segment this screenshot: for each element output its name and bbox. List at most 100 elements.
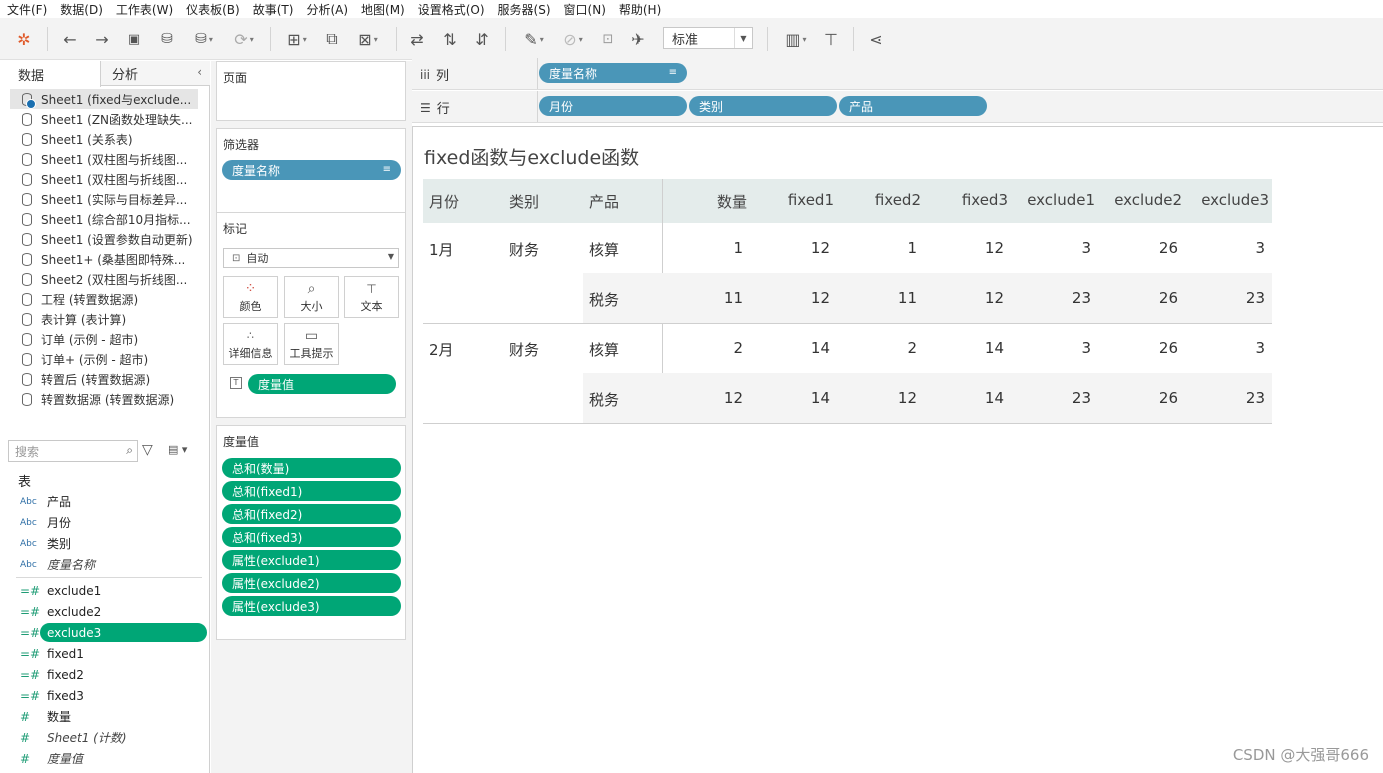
show-me-icon[interactable]: ▥ ▾ (778, 26, 814, 52)
menu-item[interactable]: 地图(M) (354, 1, 411, 18)
column-header[interactable]: 类别 (509, 191, 539, 212)
tab-analysis[interactable]: 分析 (112, 61, 172, 86)
measure-value-pill[interactable]: 总和(fixed3) (222, 527, 401, 547)
menu-item[interactable]: 数据(D) (53, 1, 109, 18)
undo-icon[interactable]: ← (58, 26, 82, 52)
collapse-pane-icon[interactable]: ‹ (197, 65, 202, 79)
view-options-icon[interactable]: ▤ ▾ (168, 443, 187, 456)
measure-field[interactable]: =# exclude2 (0, 601, 210, 622)
save-icon[interactable]: ▣ (122, 26, 146, 52)
measure-value-pill[interactable]: 属性(exclude2) (222, 573, 401, 593)
measure-field[interactable]: =# fixed3 (0, 685, 210, 706)
datasource-item[interactable]: Sheet1 (综合部10月指标... (0, 209, 210, 229)
redo-icon[interactable]: → (90, 26, 114, 52)
sort-descending-icon[interactable]: ⇵ (470, 26, 494, 52)
measure-field[interactable]: =# exclude3 (0, 622, 210, 643)
column-header[interactable]: exclude2 (1114, 191, 1182, 209)
share-icon[interactable]: ⋖ (863, 26, 889, 52)
tooltip-button[interactable]: ▭ 工具提示 (284, 323, 339, 365)
measure-field[interactable]: # 数量 (0, 706, 210, 727)
measure-value-pill[interactable]: 总和(数量) (222, 458, 401, 478)
rows-pill-product[interactable]: 产品 (839, 96, 987, 116)
datasource-item[interactable]: 表计算 (表计算) (0, 309, 210, 329)
menu-item[interactable]: 窗口(N) (557, 1, 612, 18)
columns-pill[interactable]: 度量名称 ≡ (539, 63, 687, 83)
menu-item[interactable]: 设置格式(O) (411, 1, 491, 18)
toolbar-separator (396, 27, 397, 51)
fix-axes-icon[interactable]: ✈ (626, 26, 650, 52)
menu-item[interactable]: 工作表(W) (109, 1, 179, 18)
presentation-mode-icon[interactable]: ⊤ (818, 26, 844, 52)
group-members-icon[interactable]: ⊘ ▾ (556, 26, 590, 52)
datasource-item[interactable]: Sheet2 (双柱图与折线图... (0, 269, 210, 289)
field-label: fixed1 (47, 646, 84, 661)
search-input[interactable]: 搜索 ⌕ (8, 440, 138, 462)
pause-auto-update-icon[interactable]: ⛁ ▾ (186, 26, 222, 52)
clear-sheet-icon[interactable]: ⊠ ▾ (350, 26, 386, 52)
dimension-field[interactable]: Abc 月份 (0, 512, 210, 533)
size-button[interactable]: ⌕ 大小 (284, 276, 339, 318)
rows-pill-category[interactable]: 类别 (689, 96, 837, 116)
measure-field[interactable]: # 度量值 (0, 748, 210, 769)
swap-rows-columns-icon[interactable]: ⇄ (405, 26, 429, 52)
column-header[interactable]: fixed2 (875, 191, 921, 209)
measure-field[interactable]: =# exclude1 (0, 580, 210, 601)
datasource-item[interactable]: Sheet1 (实际与目标差异... (0, 189, 210, 209)
column-header[interactable]: 月份 (429, 191, 459, 212)
datasource-item[interactable]: 转置后 (转置数据源) (0, 369, 210, 389)
rows-pill-month[interactable]: 月份 (539, 96, 687, 116)
column-header[interactable]: 产品 (589, 191, 619, 212)
pages-card[interactable]: 页面 (216, 61, 406, 121)
column-header[interactable]: 数量 (717, 191, 747, 212)
datasource-item[interactable]: 转置数据源 (转置数据源) (0, 389, 210, 409)
fit-select[interactable]: 标准 ▼ (663, 27, 753, 49)
column-header[interactable]: exclude3 (1201, 191, 1269, 209)
tableau-logo-icon[interactable]: ✲ (12, 26, 36, 52)
filter-icon[interactable]: ▽ (142, 442, 153, 458)
refresh-icon[interactable]: ⟳ ▾ (226, 26, 262, 52)
datasource-item[interactable]: 订单 (示例 - 超市) (0, 329, 210, 349)
color-button[interactable]: ⁘ 颜色 (223, 276, 278, 318)
menu-item[interactable]: 文件(F) (0, 1, 53, 18)
measure-value-pill[interactable]: 属性(exclude1) (222, 550, 401, 570)
column-header[interactable]: exclude1 (1027, 191, 1095, 209)
highlight-icon[interactable]: ✎ ▾ (517, 26, 551, 52)
column-header[interactable]: fixed1 (788, 191, 834, 209)
mark-type-select[interactable]: ⊡ 自动 ▼ (223, 248, 399, 268)
menu-item[interactable]: 分析(A) (299, 1, 354, 18)
datasource-item[interactable]: Sheet1 (双柱图与折线图... (0, 149, 210, 169)
measure-field[interactable]: =# fixed1 (0, 643, 210, 664)
dimension-field[interactable]: Abc 产品 (0, 491, 210, 512)
dimension-field[interactable]: Abc 类别 (0, 533, 210, 554)
table-cell: 3 (1081, 239, 1091, 257)
menu-item[interactable]: 服务器(S) (491, 1, 557, 18)
detail-button[interactable]: ∴ 详细信息 (223, 323, 278, 365)
new-worksheet-icon[interactable]: ⊞ ▾ (279, 26, 315, 52)
measure-value-pill[interactable]: 总和(fixed2) (222, 504, 401, 524)
datasource-item[interactable]: 工程 (转置数据源) (0, 289, 210, 309)
measure-value-pill[interactable]: 属性(exclude3) (222, 596, 401, 616)
datasource-item[interactable]: Sheet1 (关系表) (0, 129, 210, 149)
datasource-item[interactable]: Sheet1+ (桑基图即特殊... (0, 249, 210, 269)
datasource-item[interactable]: 订单+ (示例 - 超市) (0, 349, 210, 369)
menu-item[interactable]: 仪表板(B) (179, 1, 246, 18)
datasource-item[interactable]: Sheet1 (双柱图与折线图... (0, 169, 210, 189)
datasource-item[interactable]: Sheet1 (fixed与exclude... (10, 89, 198, 109)
text-pill[interactable]: 度量值 (248, 374, 396, 394)
text-button[interactable]: ⊤ 文本 (344, 276, 399, 318)
duplicate-sheet-icon[interactable]: ⧉ (320, 26, 344, 52)
menu-item[interactable]: 帮助(H) (612, 1, 667, 18)
sort-ascending-icon[interactable]: ⇅ (438, 26, 462, 52)
measure-value-pill[interactable]: 总和(fixed1) (222, 481, 401, 501)
datasource-item[interactable]: Sheet1 (ZN函数处理缺失... (0, 109, 210, 129)
menu-item[interactable]: 故事(T) (246, 1, 300, 18)
measure-field[interactable]: # Sheet1 (计数) (0, 727, 210, 748)
filter-pill[interactable]: 度量名称 ≡ (222, 160, 401, 180)
column-header[interactable]: fixed3 (962, 191, 1008, 209)
tab-data[interactable]: 数据 (0, 61, 101, 87)
new-datasource-icon[interactable]: ⛁ (154, 26, 180, 52)
datasource-item[interactable]: Sheet1 (设置参数自动更新) (0, 229, 210, 249)
dimension-field[interactable]: Abc 度量名称 (0, 554, 210, 575)
show-mark-labels-icon[interactable]: ⊡ (596, 26, 620, 52)
measure-field[interactable]: =# fixed2 (0, 664, 210, 685)
